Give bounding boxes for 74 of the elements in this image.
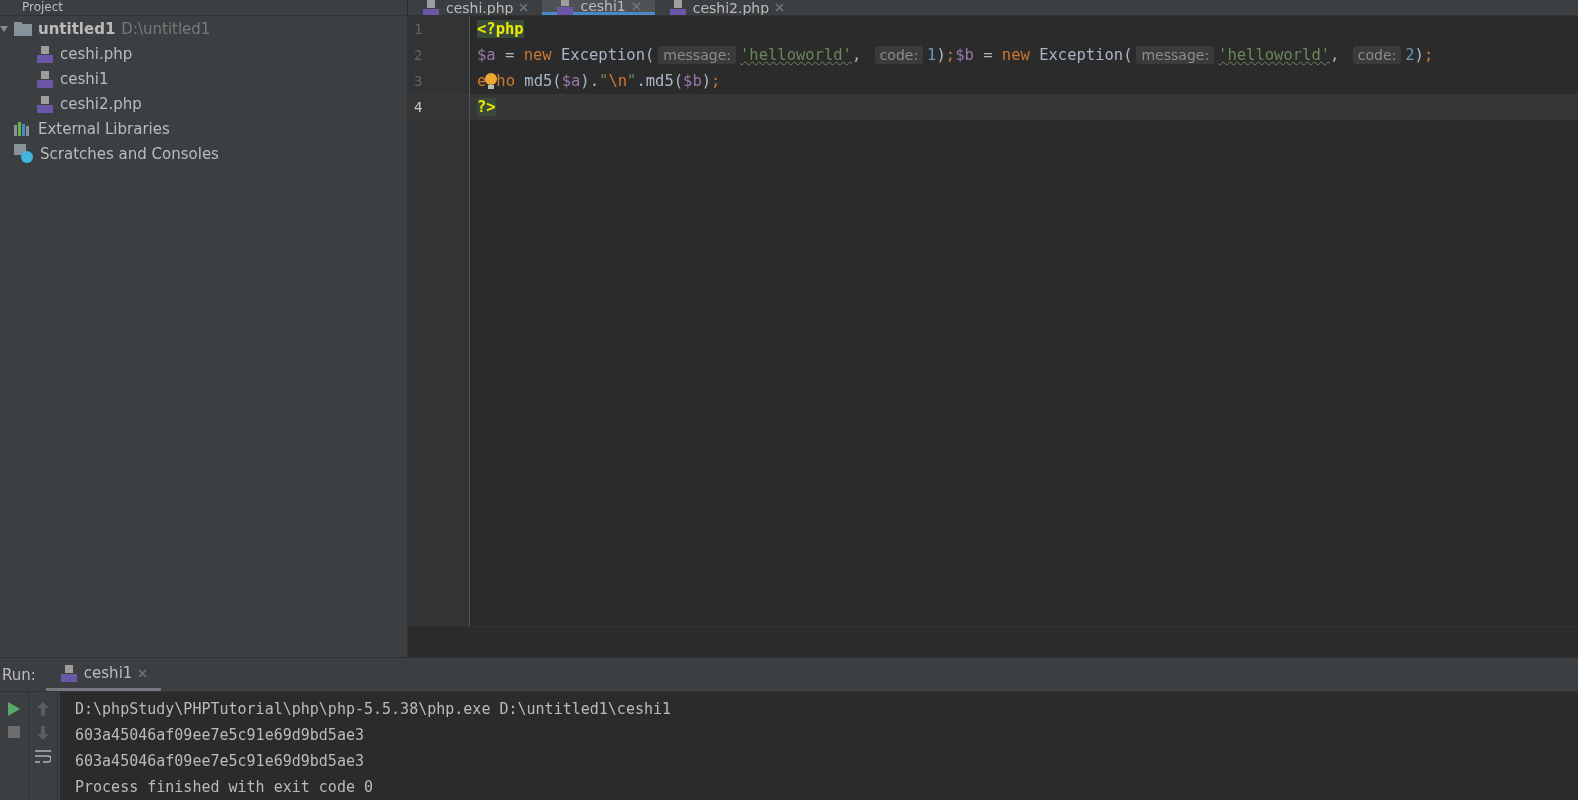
editor-tab[interactable]: ceshi.php	[408, 0, 543, 15]
code-token: ho	[496, 72, 515, 90]
line-number: 4	[408, 94, 469, 120]
run-icon[interactable]	[8, 702, 20, 716]
code-token: ?>	[477, 98, 496, 116]
code-token: $b	[683, 72, 702, 90]
code-token: $a	[477, 46, 496, 64]
code-token: )	[936, 46, 946, 64]
code-token: $b	[955, 46, 974, 64]
php-file-icon	[36, 94, 54, 113]
code-token: Exception(	[1038, 46, 1133, 64]
tree-item[interactable]: ceshi.php	[60, 44, 133, 63]
folder-icon	[14, 21, 32, 36]
code-token: ,	[1330, 46, 1341, 64]
console-line: 603a45046af09ee7e5c91e69d9bd5ae3	[75, 725, 365, 746]
php-file-icon	[36, 69, 54, 88]
code-token: 2	[1405, 46, 1415, 64]
tree-item[interactable]: Scratches and Consoles	[40, 144, 219, 163]
down-arrow-icon[interactable]	[37, 726, 49, 740]
lightbulb-icon[interactable]	[485, 72, 498, 90]
code-token: <?php	[477, 20, 524, 38]
code-token: .md5(	[636, 72, 684, 90]
tree-item[interactable]: untitled1	[38, 19, 116, 38]
close-icon[interactable]	[775, 3, 785, 12]
console-line: D:\phpStudy\PHPTutorial\php\php-5.5.38\php.exe D:\untitled1\ceshi1	[75, 699, 673, 720]
code-token: new	[523, 46, 552, 64]
code-token: ).	[580, 72, 600, 90]
code-token: Exception(	[560, 46, 655, 64]
parameter-hint: message:	[658, 46, 736, 64]
up-arrow-icon[interactable]	[37, 702, 49, 716]
code-token: )	[701, 72, 712, 90]
code-token: ;	[1423, 46, 1434, 64]
php-file-icon	[59, 664, 78, 682]
code-token: ;	[945, 46, 956, 64]
code-token: =	[982, 46, 994, 64]
parameter-hint: code:	[1352, 46, 1402, 64]
code-token: "	[627, 72, 637, 90]
code-token: 1	[927, 46, 937, 64]
code-token: )	[1414, 46, 1424, 64]
code-token: 'helloworld'	[1218, 46, 1331, 64]
folder-path: D:\untitled1	[121, 19, 211, 38]
console-line: Process finished with exit code 0	[75, 777, 374, 798]
code-token: $a	[561, 72, 581, 90]
close-icon[interactable]	[631, 1, 641, 11]
run-tab[interactable]: ceshi1	[45, 658, 162, 691]
run-label: Run:	[2, 665, 36, 684]
code-token: =	[504, 46, 516, 64]
tree-item[interactable]: ceshi2.php	[60, 94, 142, 113]
tree-item[interactable]: External Libraries	[38, 119, 170, 138]
php-file-icon	[668, 0, 687, 15]
tree-item[interactable]: ceshi1	[60, 69, 109, 88]
panel-title[interactable]: Project	[22, 0, 64, 15]
soft-wrap-icon[interactable]	[35, 750, 51, 764]
code-token: e	[477, 72, 487, 90]
parameter-hint: message:	[1136, 46, 1215, 64]
code-token: md5(	[523, 72, 562, 90]
libraries-icon	[14, 121, 32, 136]
editor-tab[interactable]: ceshi1	[542, 0, 655, 15]
console-line: 603a45046af09ee7e5c91e69d9bd5ae3	[75, 751, 365, 772]
scratches-icon	[14, 143, 34, 164]
code-token: ,	[851, 46, 863, 64]
code-token: "	[599, 72, 609, 90]
code-token: 'helloworld'	[739, 46, 852, 64]
editor-tab[interactable]: ceshi2.php	[654, 0, 799, 15]
php-file-icon	[556, 0, 575, 15]
expanded-arrow-icon[interactable]	[0, 24, 8, 33]
code-token: new	[1001, 46, 1030, 64]
code-token: ;	[711, 72, 721, 90]
close-icon[interactable]	[519, 3, 529, 12]
code-token: \n	[608, 72, 628, 90]
php-file-icon	[36, 44, 54, 63]
php-file-icon	[422, 0, 440, 15]
close-icon[interactable]	[138, 668, 148, 678]
parameter-hint: code:	[874, 46, 924, 64]
